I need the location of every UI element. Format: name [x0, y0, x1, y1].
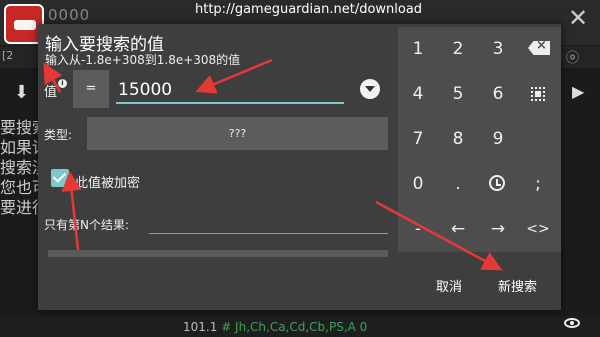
key-angle-brackets[interactable]: <> [518, 207, 558, 251]
eye-icon[interactable] [564, 318, 580, 328]
operator-button[interactable]: = [73, 70, 109, 108]
key-left-arrow[interactable]: ← [438, 207, 478, 251]
search-dialog: 输入要搜索的值 输入从-1.8e+308到1.8e+308的值 值 i = 类型… [38, 24, 561, 310]
key-dot[interactable]: . [438, 162, 478, 206]
value-input[interactable] [116, 78, 344, 104]
key-6[interactable]: 6 [478, 72, 518, 116]
key-8[interactable]: 8 [438, 117, 478, 161]
dropdown-icon[interactable] [360, 79, 380, 99]
value-label: 值 [44, 85, 58, 100]
bg-toolbar-left: [2 [2, 49, 14, 62]
backspace-icon[interactable] [528, 41, 550, 55]
only-n-label: 只有第N个结果: [44, 218, 130, 232]
play-icon[interactable]: ▶ [572, 82, 584, 101]
key-7[interactable]: 7 [398, 117, 438, 161]
progress-bar [48, 250, 388, 257]
keypad: 1 2 3 4 5 6 7 8 9 0 . ; - ← → <> [398, 27, 561, 252]
download-icon[interactable]: ⬇ [14, 82, 29, 103]
select-all-icon[interactable] [531, 87, 545, 101]
key-3[interactable]: 3 [478, 27, 518, 71]
url-watermark: http://gameguardian.net/download [195, 2, 423, 17]
encrypted-checkbox[interactable] [51, 169, 69, 187]
cancel-button[interactable]: 取消 [436, 276, 462, 295]
status-line: 101.1 # Jh,Ch,Ca,Cd,Cb,PS,A 0 [183, 320, 368, 334]
key-minus[interactable]: - [398, 207, 438, 251]
bg-help-text: 要搜索 如果讨 搜索淡 您也可 要进行 [0, 118, 40, 217]
key-9[interactable]: 9 [478, 117, 518, 161]
bg-toolbar-right: ⓞ [566, 51, 580, 66]
dialog-subtitle: 输入从-1.8e+308到1.8e+308的值 [45, 53, 241, 67]
key-2[interactable]: 2 [438, 27, 478, 71]
encrypted-label[interactable]: 此值被加密 [75, 172, 140, 191]
key-right-arrow[interactable]: → [478, 207, 518, 251]
history-icon[interactable] [489, 175, 505, 191]
type-select[interactable]: ??? [87, 117, 388, 150]
bg-top-label: 0000 [48, 6, 91, 24]
key-1[interactable]: 1 [398, 27, 438, 71]
key-semicolon[interactable]: ; [518, 162, 558, 206]
key-5[interactable]: 5 [438, 72, 478, 116]
key-4[interactable]: 4 [398, 72, 438, 116]
only-n-input[interactable] [149, 210, 388, 234]
key-0[interactable]: 0 [398, 162, 438, 206]
type-label: 类型: [44, 128, 73, 142]
close-icon[interactable]: ✕ [568, 6, 588, 30]
new-search-button[interactable]: 新搜索 [498, 276, 537, 295]
info-icon[interactable]: i [58, 79, 67, 88]
